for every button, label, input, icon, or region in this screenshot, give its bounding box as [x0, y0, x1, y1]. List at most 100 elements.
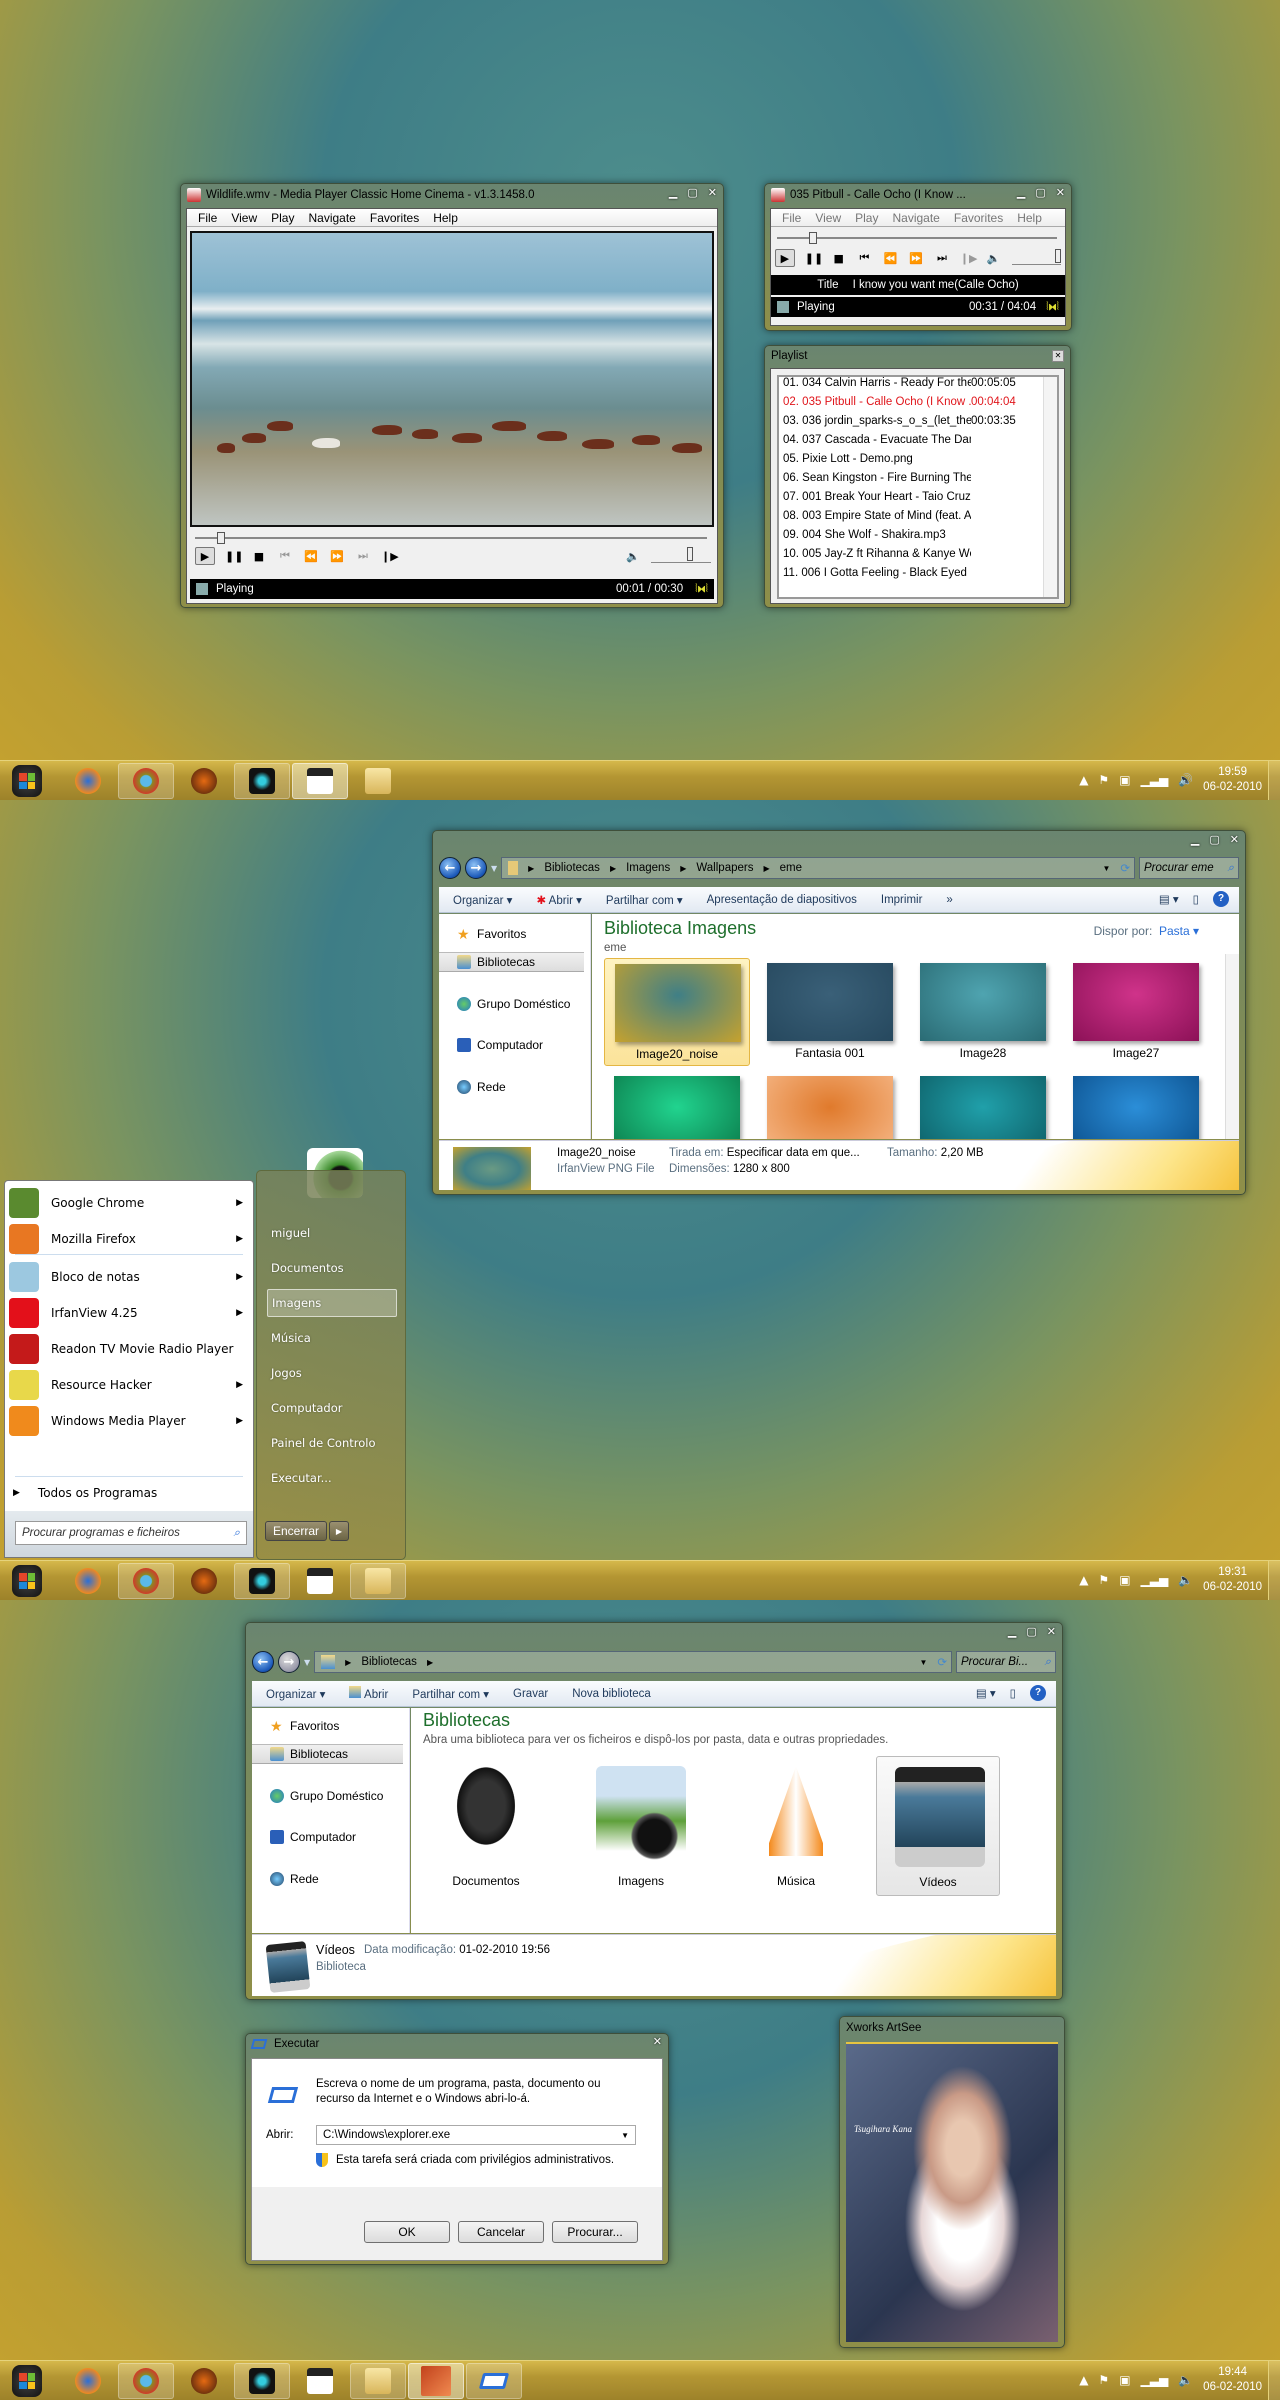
nav-libraries[interactable]: Bibliotecas	[252, 1744, 403, 1764]
playlist-scrollbar[interactable]	[1043, 377, 1057, 597]
taskbar-chrome[interactable]	[118, 1563, 174, 1599]
breadcrumb-item[interactable]: Wallpapers	[696, 862, 753, 874]
seek-bar[interactable]	[195, 537, 707, 539]
run-titlebar[interactable]: Executar	[246, 2034, 668, 2054]
refresh-icon[interactable]: ⟳	[937, 1655, 947, 1669]
menu-file[interactable]: File	[775, 209, 808, 226]
pause-button[interactable]: ❚❚	[225, 550, 243, 563]
address-bar[interactable]: ▶ Bibliotecas ▶ ▼ ⟳	[314, 1651, 952, 1673]
forward-button[interactable]: ⏩	[908, 252, 924, 265]
taskbar-run[interactable]	[466, 2363, 522, 2399]
taskbar-nero[interactable]	[176, 2363, 232, 2399]
nav-libraries[interactable]: Bibliotecas	[439, 952, 584, 972]
start-right-item[interactable]: Música	[267, 1324, 397, 1352]
volume-icon[interactable]: 🔈	[625, 550, 641, 563]
recent-pages-dropdown[interactable]: ▼	[491, 864, 497, 873]
next-button[interactable]: ⏭	[934, 251, 950, 265]
taskbar-mpc[interactable]	[292, 2363, 348, 2399]
organize-button[interactable]: Organizar ▾	[266, 1687, 325, 1701]
menu-favorites[interactable]: Favorites	[363, 209, 426, 226]
refresh-icon[interactable]: ⟳	[1120, 861, 1130, 875]
volume-slider[interactable]	[1011, 249, 1062, 265]
burn-button[interactable]: Gravar	[513, 1688, 548, 1700]
start-program-item[interactable]: IrfanView 4.25 ▶	[9, 1295, 249, 1331]
breadcrumb-item[interactable]: eme	[780, 862, 802, 874]
minimize-button[interactable]: ▁	[1191, 833, 1199, 846]
playlist-item[interactable]: 02. 035 Pitbull - Calle Ocho (I Know ...…	[779, 396, 1057, 415]
start-program-item[interactable]: Readon TV Movie Radio Player	[9, 1331, 249, 1367]
taskbar-photos[interactable]	[234, 2363, 290, 2399]
maximize-button[interactable]: ▢	[1026, 1625, 1036, 1638]
library-images[interactable]: Imagens	[566, 1756, 716, 1896]
address-bar[interactable]: ▶ Bibliotecas ▶ Imagens ▶ Wallpapers ▶ eme ▼…	[501, 857, 1135, 879]
new-library-button[interactable]: Nova biblioteca	[572, 1688, 651, 1700]
dropdown-arrow-icon[interactable]: ▼	[621, 2131, 629, 2140]
playlist-item[interactable]: 10. 005 Jay-Z ft Rihanna & Kanye West - …	[779, 548, 1057, 567]
artsee-photo[interactable]: Tsugihara Kana	[846, 2042, 1058, 2342]
menu-help[interactable]: Help	[1010, 209, 1049, 226]
show-desktop-button[interactable]	[1268, 1561, 1280, 1600]
submenu-arrow-icon[interactable]: ▶	[236, 1198, 243, 1208]
minimize-button[interactable]: ▁	[669, 186, 677, 199]
library-music[interactable]: Música	[721, 1756, 871, 1896]
menu-help[interactable]: Help	[426, 209, 465, 226]
taskbar-nero[interactable]	[176, 1563, 232, 1599]
start-program-item[interactable]: Bloco de notas ▶	[9, 1259, 249, 1295]
start-right-item[interactable]: Executar...	[267, 1464, 397, 1492]
ok-button[interactable]: OK	[364, 2221, 450, 2243]
play-button[interactable]: ▶	[195, 547, 215, 565]
search-input[interactable]: Procurar Bi... ⌕	[956, 1651, 1056, 1673]
speaker-icon[interactable]: 🔊	[1178, 773, 1193, 787]
show-hidden-icons[interactable]: ▲	[1079, 2373, 1088, 2387]
playlist-item[interactable]: 07. 001 Break Your Heart - Taio Cruz.mp3	[779, 491, 1057, 510]
start-button[interactable]	[12, 2365, 42, 2397]
run-dialog[interactable]: Executar ✕ Escreva o nome de um programa…	[245, 2033, 669, 2265]
taskbar-firefox[interactable]	[60, 2363, 116, 2399]
forward-button[interactable]: →	[278, 1651, 300, 1673]
playlist-close-button[interactable]: ✕	[1052, 350, 1064, 362]
shutdown-button[interactable]: Encerrar	[265, 1521, 327, 1541]
frame-step-button[interactable]: ❙▶	[960, 252, 978, 265]
browse-button[interactable]: Procurar...	[552, 2221, 638, 2243]
mpc-main-titlebar[interactable]: Wildlife.wmv - Media Player Classic Home…	[181, 184, 723, 206]
view-options-icon[interactable]: ▤ ▾	[976, 1686, 996, 1700]
artsee-gadget[interactable]: Xworks ArtSee Tsugihara Kana	[839, 2016, 1065, 2348]
taskbar-photos[interactable]	[234, 1563, 290, 1599]
help-icon[interactable]: ?	[1213, 891, 1229, 907]
submenu-arrow-icon[interactable]: ▶	[236, 1416, 243, 1426]
menu-view[interactable]: View	[808, 209, 848, 226]
submenu-arrow-icon[interactable]: ▶	[236, 1380, 243, 1390]
playlist-item[interactable]: 01. 034 Calvin Harris - Ready For the ..…	[779, 377, 1057, 396]
start-program-item[interactable]: Windows Media Player ▶	[9, 1403, 249, 1439]
stop-button[interactable]: ■	[831, 252, 847, 265]
taskbar-firefox[interactable]	[60, 763, 116, 799]
power-icon[interactable]: ▣	[1119, 2373, 1130, 2387]
menu-play[interactable]: Play	[848, 209, 885, 226]
mpc-main-window[interactable]: Wildlife.wmv - Media Player Classic Home…	[180, 183, 724, 608]
nav-homegroup[interactable]: Grupo Doméstico	[439, 994, 590, 1014]
playlist-item[interactable]: 11. 006 I Gotta Feeling - Black Eyed Pea…	[779, 567, 1057, 586]
playlist-item[interactable]: 05. Pixie Lott - Demo.png	[779, 453, 1057, 472]
stop-button[interactable]: ■	[251, 550, 267, 563]
close-button[interactable]: ✕	[708, 186, 717, 199]
nav-computer[interactable]: Computador	[252, 1827, 409, 1847]
view-options-icon[interactable]: ▤ ▾	[1159, 892, 1179, 906]
video-area[interactable]	[190, 231, 714, 527]
action-center-icon[interactable]: ⚑	[1098, 773, 1109, 787]
breadcrumb-item[interactable]: Bibliotecas	[544, 862, 600, 874]
image-thumbnail[interactable]: Azulex	[1063, 1071, 1209, 1139]
maximize-button[interactable]: ▢	[1209, 833, 1219, 846]
library-videos[interactable]: Vídeos	[876, 1756, 1000, 1896]
volume-slider[interactable]	[651, 547, 711, 563]
taskbar-mpc[interactable]	[292, 763, 348, 799]
start-button[interactable]	[12, 765, 42, 797]
taken-value[interactable]: Especificar data em que...	[727, 1147, 860, 1159]
print-button[interactable]: Imprimir	[881, 894, 923, 906]
organize-button[interactable]: Organizar ▾	[453, 893, 512, 907]
image-thumbnail[interactable]: Image20_noise	[604, 958, 750, 1066]
speaker-icon[interactable]: 🔈	[1178, 2373, 1193, 2387]
close-button[interactable]: ✕	[653, 2035, 662, 2048]
playlist-item[interactable]: 06. Sean Kingston - Fire Burning The Dan…	[779, 472, 1057, 491]
taskbar-artsee[interactable]	[408, 2363, 464, 2399]
breadcrumb-item[interactable]: Imagens	[626, 862, 670, 874]
